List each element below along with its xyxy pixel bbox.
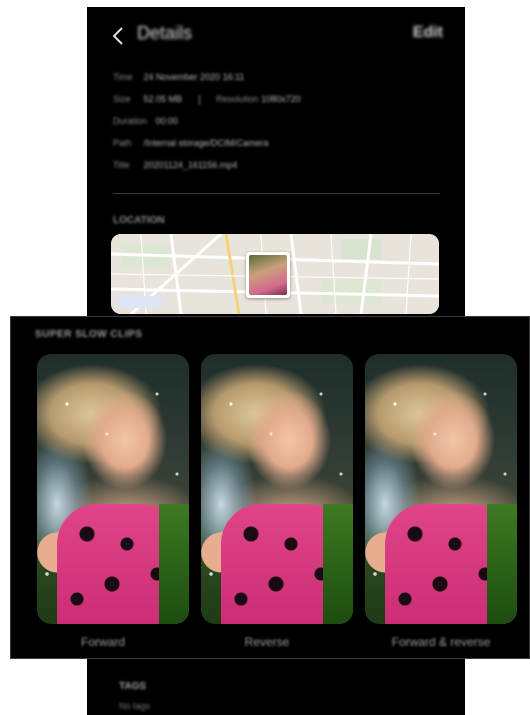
location-heading: LOCATION	[113, 215, 165, 226]
super-slow-clips-panel: SUPER SLOW CLIPS Forward Reverse Forward…	[10, 316, 530, 659]
resolution-label: Resolution	[216, 94, 259, 104]
clip-forward-reverse[interactable]	[365, 354, 517, 624]
clip-reverse[interactable]	[201, 354, 353, 624]
clip-label-reverse: Reverse	[244, 635, 290, 649]
duration-label: Duration	[113, 116, 148, 126]
chevron-left-icon	[112, 27, 123, 45]
size-label: Size	[113, 94, 131, 104]
location-photo-pin	[246, 252, 290, 298]
app-bar: Details Edit	[87, 7, 465, 63]
edit-button[interactable]: Edit	[413, 24, 443, 42]
clip-label-forward: Forward	[80, 635, 125, 649]
path-label: Path	[113, 138, 132, 148]
path-row: Path /Internal storage/DCIM/Camera	[113, 138, 443, 160]
duration-row: Duration 00:00	[113, 116, 443, 138]
time-label: Time	[113, 72, 133, 82]
duration-value: 00:00	[155, 116, 179, 126]
super-slow-clips-heading: SUPER SLOW CLIPS	[35, 329, 143, 340]
time-value: 24 November 2020 16:11	[143, 72, 245, 82]
time-row: Time 24 November 2020 16:11	[113, 72, 443, 94]
tags-value: No tags	[119, 701, 151, 711]
divider	[198, 94, 200, 105]
photo-thumbnail	[249, 255, 287, 295]
page-title: Details	[137, 23, 193, 43]
clip-water-drops	[201, 354, 353, 624]
details-info: Time 24 November 2020 16:11 Size 52.05 M…	[113, 72, 443, 182]
location-map[interactable]	[111, 234, 439, 314]
tags-heading: TAGS	[119, 681, 147, 692]
title-label: Title	[113, 160, 130, 170]
path-value: /Internal storage/DCIM/Camera	[143, 138, 269, 148]
clip-water-drops	[37, 354, 189, 624]
title-value: 20201124_161156.mp4	[143, 160, 238, 170]
section-divider	[113, 193, 440, 194]
clip-forward[interactable]	[37, 354, 189, 624]
resolution-value: 1080x720	[261, 94, 301, 104]
size-row: Size 52.05 MB Resolution 1080x720	[113, 94, 443, 116]
size-value: 52.05 MB	[143, 94, 183, 104]
clip-water-drops	[365, 354, 517, 624]
clip-label-forward-reverse: Forward & reverse	[391, 635, 491, 649]
title-row: Title 20201124_161156.mp4	[113, 160, 443, 182]
back-button[interactable]	[107, 24, 131, 48]
